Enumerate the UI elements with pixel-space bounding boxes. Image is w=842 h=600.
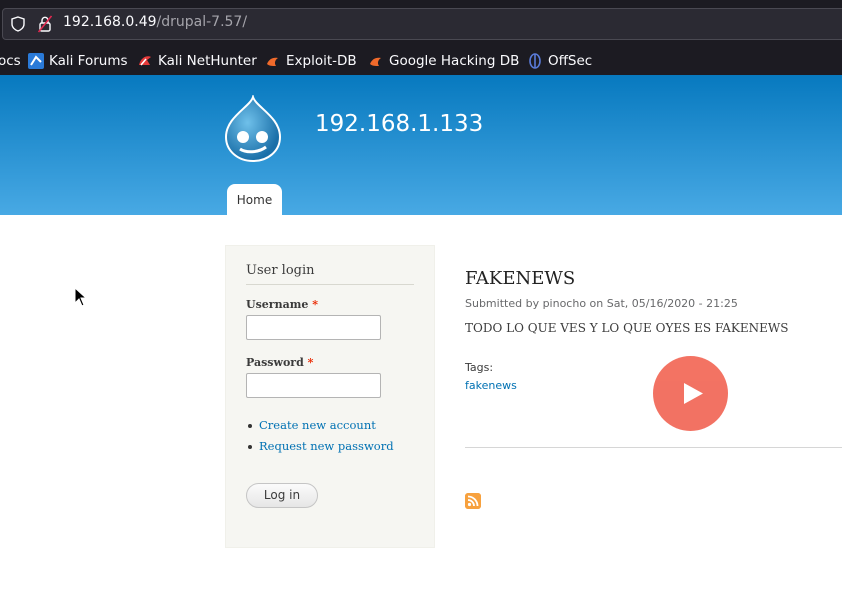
nethunter-icon (139, 56, 151, 66)
bookmark-offsec[interactable]: OffSec (527, 52, 592, 70)
bookmark-label: OffSec (548, 53, 593, 69)
play-button[interactable] (653, 356, 728, 431)
lock-icon[interactable] (38, 15, 52, 33)
site-header: 192.168.1.133 Home (0, 75, 842, 216)
tab-home[interactable]: Home (227, 184, 282, 216)
bookmark-google-hacking-db[interactable]: Google Hacking DB (368, 52, 519, 70)
article-title[interactable]: FAKENEWS (465, 268, 575, 289)
rss-feed-icon[interactable] (465, 493, 481, 509)
url-text[interactable]: 192.168.0.49/drupal-7.57/ (63, 14, 247, 30)
bookmark-label: Kali Forums (49, 53, 128, 69)
shield-icon[interactable] (10, 16, 26, 32)
tags-label: Tags: (465, 361, 494, 374)
drupal-logo[interactable] (222, 95, 284, 163)
login-links: Create new account Request new password (246, 418, 394, 460)
article-submitted: Submitted by pinocho on Sat, 05/16/2020 … (465, 297, 738, 310)
bookmark-kali-forums[interactable]: Kali Forums (28, 52, 128, 70)
username-input[interactable] (246, 315, 381, 340)
password-label-text: Password (246, 356, 304, 369)
required-mark: * (307, 356, 314, 369)
bookmark-kali-nethunter[interactable]: Kali NetHunter (137, 52, 257, 70)
password-input[interactable] (246, 373, 381, 398)
block-title: User login (246, 263, 414, 285)
divider (465, 447, 842, 448)
offsec-icon (529, 53, 541, 69)
tag-link[interactable]: fakenews (465, 379, 517, 392)
play-icon (684, 383, 703, 404)
create-account-link[interactable]: Create new account (246, 418, 394, 439)
bookmark-label: Exploit-DB (286, 53, 357, 69)
bookmark-docs[interactable]: ocs (0, 52, 21, 70)
user-login-block: User login Username * Password * Create … (225, 245, 435, 548)
article-body: TODO LO QUE VES Y LO QUE OYES ES FAKENEW… (465, 321, 789, 335)
login-button[interactable]: Log in (246, 483, 318, 508)
bookmark-label: Kali NetHunter (158, 53, 257, 69)
url-host: 192.168.0.49 (63, 14, 157, 30)
ghdb-icon (370, 57, 381, 66)
request-password-link[interactable]: Request new password (246, 439, 394, 460)
url-path: /drupal-7.57/ (156, 14, 248, 30)
mouse-cursor-icon (74, 287, 88, 307)
bookmark-exploit-db[interactable]: Exploit-DB (265, 52, 357, 70)
bookmarks-toolbar: ocs Kali Forums Kali NetHunter Exploit-D… (0, 46, 842, 75)
site-name[interactable]: 192.168.1.133 (315, 111, 483, 137)
username-label: Username * (246, 298, 318, 311)
bookmark-label: Google Hacking DB (389, 53, 520, 69)
exploitdb-icon (267, 57, 278, 66)
username-label-text: Username (246, 298, 309, 311)
required-mark: * (312, 298, 318, 311)
browser-toolbar: 192.168.0.49/drupal-7.57/ (0, 0, 842, 46)
password-label: Password * (246, 356, 313, 369)
kali-icon (28, 53, 44, 69)
bookmark-label: ocs (0, 53, 21, 69)
